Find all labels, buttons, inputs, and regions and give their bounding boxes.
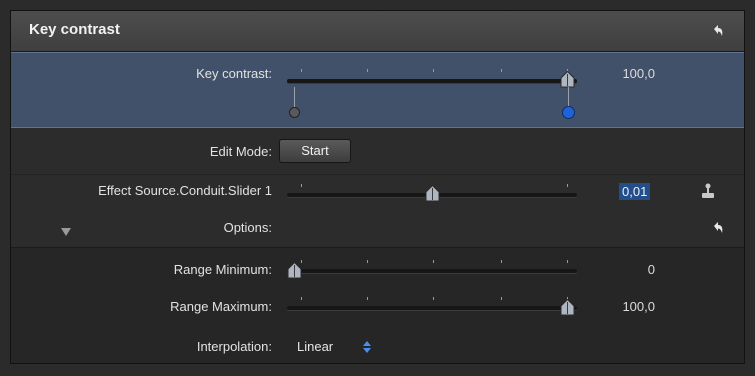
range-maximum-row: Range Maximum: 100,0 <box>11 295 744 319</box>
interpolation-selected: Linear <box>297 339 334 354</box>
range-maximum-label: Range Maximum: <box>170 299 272 314</box>
slider-tick <box>301 297 302 300</box>
updown-chevron-icon <box>363 340 371 353</box>
section-header: Key contrast <box>11 11 744 52</box>
slider-tick <box>567 260 568 263</box>
interpolation-row: Interpolation: Linear <box>11 335 744 359</box>
slider-tick <box>433 260 434 263</box>
key-contrast-value[interactable]: 100,0 <box>595 66 655 81</box>
keyframe-end-point[interactable] <box>562 106 575 119</box>
range-minimum-row: Range Minimum: 0 <box>11 258 744 282</box>
range-minimum-label: Range Minimum: <box>173 262 272 277</box>
effect-source-label: Effect Source.Conduit.Slider 1 <box>98 183 272 198</box>
effect-source-row: Effect Source.Conduit.Slider 1 0,01 <box>11 175 744 209</box>
key-contrast-label: Key contrast: <box>196 66 272 81</box>
interpolation-label: Interpolation: <box>196 339 272 354</box>
keyframe-start-point[interactable] <box>289 107 300 118</box>
slider-tick <box>367 297 368 300</box>
triangle-down-icon[interactable] <box>61 223 71 236</box>
options-label: Options: <box>223 220 272 235</box>
slider-tick <box>501 69 502 72</box>
key-contrast-slider-track[interactable] <box>287 79 577 83</box>
slider-tick <box>301 184 302 187</box>
undo-arrow-icon[interactable] <box>710 220 726 236</box>
slider-tick <box>433 297 434 300</box>
range-minimum-slider-knob[interactable] <box>287 261 302 279</box>
slider-tick <box>567 184 568 187</box>
slider-tick <box>367 69 368 72</box>
effect-source-slider-knob[interactable] <box>425 184 440 202</box>
slider-tick <box>501 260 502 263</box>
inspector-panel: Key contrast Key contrast: 100,0 Edit Mo… <box>10 10 745 364</box>
edit-mode-label: Edit Mode: <box>209 144 272 159</box>
options-row: Options: <box>11 211 744 245</box>
puppet-joystick-icon[interactable] <box>701 183 715 199</box>
start-button[interactable]: Start <box>279 139 351 163</box>
range-minimum-value[interactable]: 0 <box>595 262 655 277</box>
range-maximum-slider-knob[interactable] <box>560 298 575 316</box>
edit-mode-row: Edit Mode: Start <box>11 138 744 166</box>
range-maximum-slider-track[interactable] <box>287 306 577 310</box>
slider-tick <box>501 297 502 300</box>
slider-tick <box>367 260 368 263</box>
keyframe-start-stem <box>294 87 295 109</box>
key-contrast-row[interactable]: Key contrast: 100,0 <box>11 52 744 128</box>
interpolation-popup[interactable]: Linear <box>287 335 387 357</box>
section-title: Key contrast <box>29 21 120 38</box>
range-minimum-slider-track[interactable] <box>287 269 577 273</box>
undo-arrow-icon[interactable] <box>710 23 726 39</box>
slider-tick <box>433 69 434 72</box>
slider-tick <box>301 69 302 72</box>
range-maximum-value[interactable]: 100,0 <box>595 299 655 314</box>
key-contrast-slider-knob[interactable] <box>560 70 575 88</box>
effect-source-value[interactable]: 0,01 <box>619 183 651 200</box>
